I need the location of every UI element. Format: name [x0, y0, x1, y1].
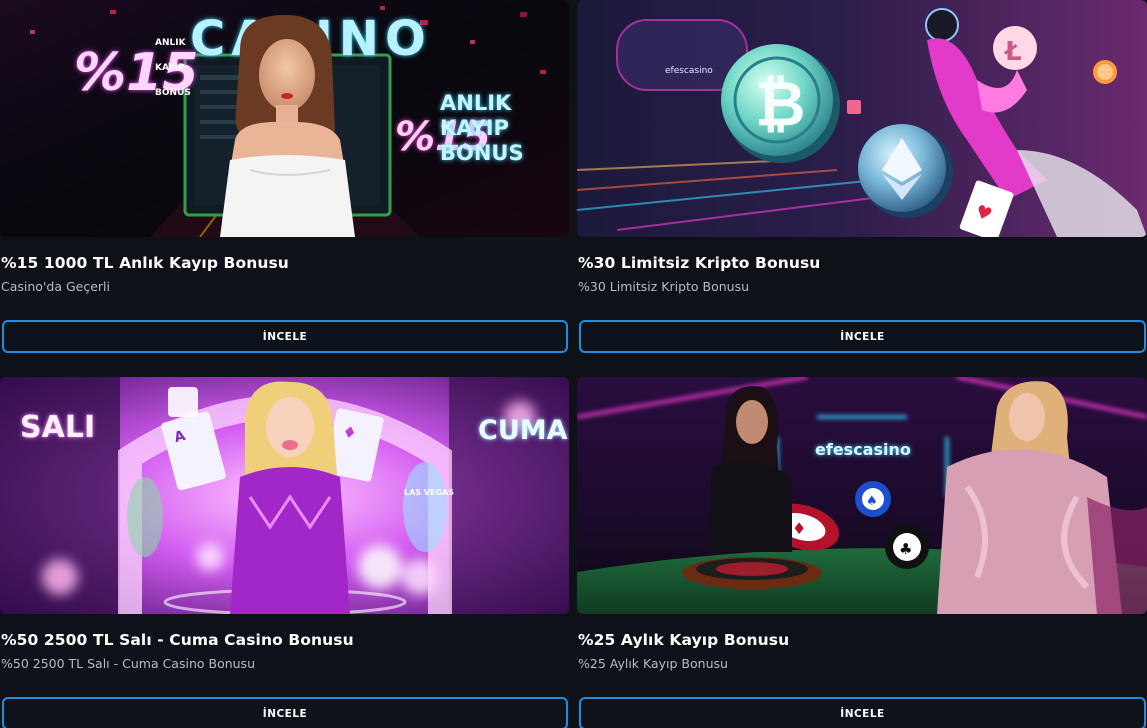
svg-text:KAYIP: KAYIP	[155, 63, 185, 73]
svg-text:ANLIK: ANLIK	[440, 91, 512, 115]
promo-banner-image[interactable]: efescasino ₿ Ł ♥	[577, 0, 1147, 237]
promo-banner-image[interactable]: A ♦ LAS VEGAS SALI SALI CUMA CUMA	[0, 377, 569, 614]
promo-subtitle: Casino'da Geçerli	[1, 279, 110, 294]
monthly-loss-bonus-illustration: efescasino efescasino ♦ ♠ ♣	[577, 377, 1147, 614]
svg-text:SALI: SALI	[20, 410, 95, 445]
svg-text:ANLIK: ANLIK	[155, 38, 187, 48]
woman-figure	[230, 381, 350, 614]
svg-text:Ł: Ł	[1003, 37, 1022, 67]
promo-subtitle: %25 Aylık Kayıp Bonusu	[578, 656, 728, 671]
svg-text:BONUS: BONUS	[155, 88, 191, 98]
promo-title: %30 Limitsiz Kripto Bonusu	[578, 254, 821, 272]
promo-banner-image[interactable]: %15 %15 CASINO CASINO ANLIK KAYIP BONUS …	[0, 0, 569, 237]
promo-title: %25 Aylık Kayıp Bonusu	[578, 631, 790, 649]
promo-card: A ♦ LAS VEGAS SALI SALI CUMA CUMA %50 25…	[0, 377, 569, 728]
promo-card: efescasino ₿ Ł ♥ %30 Limitsiz Kripto Bon…	[577, 0, 1147, 353]
incele-button[interactable]: İNCELE	[2, 320, 568, 353]
incele-button[interactable]: İNCELE	[579, 697, 1146, 728]
promo-title: %50 2500 TL Salı - Cuma Casino Bonusu	[1, 631, 354, 649]
incele-button[interactable]: İNCELE	[579, 320, 1146, 353]
tuesday-friday-bonus-illustration: A ♦ LAS VEGAS SALI SALI CUMA CUMA	[0, 377, 569, 614]
promo-card: %15 %15 CASINO CASINO ANLIK KAYIP BONUS …	[0, 0, 569, 353]
svg-text:BONUS: BONUS	[440, 141, 524, 165]
promo-subtitle: %30 Limitsiz Kripto Bonusu	[578, 279, 750, 294]
promotions-grid: %15 %15 CASINO CASINO ANLIK KAYIP BONUS …	[0, 0, 1147, 728]
promo-subtitle: %50 2500 TL Salı - Cuma Casino Bonusu	[1, 656, 255, 671]
svg-text:efescasino: efescasino	[665, 66, 713, 76]
svg-text:efescasino: efescasino	[815, 440, 911, 459]
promo-banner-image[interactable]: efescasino efescasino ♦ ♠ ♣	[577, 377, 1147, 614]
svg-text:LAS VEGAS: LAS VEGAS	[404, 488, 454, 497]
svg-text:CUMA: CUMA	[478, 415, 568, 446]
promo-title: %15 1000 TL Anlık Kayıp Bonusu	[1, 254, 289, 272]
incele-button[interactable]: İNCELE	[2, 697, 568, 728]
promo-card: efescasino efescasino ♦ ♠ ♣ %25 Aylık Ka…	[577, 377, 1147, 728]
svg-text:₿: ₿	[755, 67, 806, 140]
svg-text:♠: ♠	[866, 494, 878, 509]
casino-loss-bonus-illustration: %15 %15 CASINO CASINO ANLIK KAYIP BONUS …	[0, 0, 569, 237]
svg-text:♦: ♦	[792, 519, 806, 538]
svg-text:♣: ♣	[899, 540, 912, 558]
svg-text:KAYIP: KAYIP	[440, 116, 509, 140]
crypto-bonus-illustration: efescasino ₿ Ł ♥	[577, 0, 1147, 237]
